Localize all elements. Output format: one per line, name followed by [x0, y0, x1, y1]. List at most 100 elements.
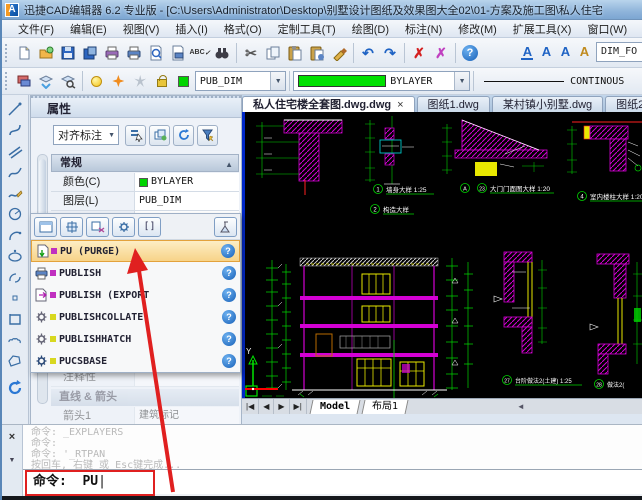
prev-tab-button[interactable]: ◀	[259, 399, 274, 414]
text-edit-icon[interactable]: A	[556, 41, 575, 63]
layer-thaw-snowflake-icon[interactable]	[129, 70, 151, 92]
format-painter-icon[interactable]	[328, 42, 350, 64]
options-gear-button[interactable]	[112, 217, 135, 237]
menu-window[interactable]: 窗口(W)	[579, 20, 635, 38]
collapse-icon[interactable]: ▲	[225, 157, 233, 173]
item-help-icon[interactable]: ?	[221, 244, 235, 258]
section-lines-arrows[interactable]: 直线 & 箭头	[51, 389, 239, 406]
rectangle-tool-icon[interactable]	[4, 308, 26, 329]
purge-icon[interactable]: ✗	[430, 42, 452, 64]
cut-icon[interactable]: ✂	[240, 42, 262, 64]
redo-icon[interactable]: ↷	[379, 42, 401, 64]
menu-modify[interactable]: 修改(M)	[450, 20, 505, 38]
item-help-icon[interactable]: ?	[222, 310, 236, 324]
menu-draw[interactable]: 绘图(D)	[344, 20, 397, 38]
autocomplete-item[interactable]: PUBLISH (EXPORT ?	[31, 284, 240, 306]
ellipse-tool-icon[interactable]	[4, 245, 26, 266]
menu-file[interactable]: 文件(F)	[10, 20, 62, 38]
save-all-icon[interactable]	[79, 42, 101, 64]
item-help-icon[interactable]: ?	[222, 288, 236, 302]
command-close-icon[interactable]: ×	[2, 431, 22, 443]
layout1-tab[interactable]: 布局1	[361, 400, 408, 414]
toolbar-grip[interactable]	[5, 72, 10, 90]
color-combo[interactable]: BYLAYER ▼	[293, 71, 470, 91]
paste-special-icon[interactable]	[306, 42, 328, 64]
print-preview-icon[interactable]	[145, 42, 167, 64]
command-collapse-icon[interactable]: ▼	[2, 457, 22, 464]
find-binoculars-icon[interactable]	[211, 42, 233, 64]
toolbar-grip[interactable]	[5, 44, 10, 62]
dim-style-combo[interactable]: DIM_FO	[596, 42, 642, 62]
menu-insert[interactable]: 插入(I)	[167, 20, 215, 38]
polyline-tool-icon[interactable]	[4, 161, 26, 182]
text-express-icon[interactable]: A	[575, 41, 594, 63]
layer-previous-icon[interactable]	[35, 70, 57, 92]
quick-select-button[interactable]	[125, 125, 146, 146]
open-file-icon[interactable]	[35, 42, 57, 64]
menu-express-tools[interactable]: 扩展工具(X)	[505, 20, 580, 38]
revision-cloud-tool-icon[interactable]	[4, 329, 26, 350]
plot-icon[interactable]	[101, 42, 123, 64]
layer-color-swatch[interactable]	[173, 70, 195, 92]
item-help-icon[interactable]: ?	[222, 266, 236, 280]
line-tool-icon[interactable]	[4, 98, 26, 119]
last-tab-button[interactable]: ▶|	[290, 399, 307, 414]
arc-tool-icon[interactable]	[4, 224, 26, 245]
flask-filter-button[interactable]	[214, 217, 237, 237]
linetype-combo[interactable]: CONTINOUS	[477, 71, 642, 91]
page-setup-icon[interactable]	[167, 42, 189, 64]
text-icon[interactable]: A	[537, 41, 556, 63]
property-row-color[interactable]: 颜色(C) BYLAYER	[51, 173, 239, 192]
autocomplete-settings-button[interactable]	[86, 217, 109, 237]
autocomplete-item[interactable]: PUBLISH ?	[31, 262, 240, 284]
layer-combo[interactable]: PUB_DIM ▼	[195, 71, 286, 91]
layer-manager-icon[interactable]	[13, 70, 35, 92]
new-file-icon[interactable]	[13, 42, 35, 64]
doc-tab-4[interactable]: 图纸2.d	[605, 96, 642, 112]
autocomplete-item-selected[interactable]: PU (PURGE) ?	[31, 240, 240, 262]
paste-icon[interactable]	[284, 42, 306, 64]
command-history[interactable]: 命令: _EXPLAYERS 命令: 命令: '_RTPAN 按回车, 右键 或…	[23, 425, 642, 469]
point-tool-icon[interactable]	[4, 287, 26, 308]
tab-close-icon[interactable]: ×	[397, 97, 403, 112]
refresh-properties-button[interactable]	[173, 125, 194, 146]
menu-edit[interactable]: 编辑(E)	[62, 20, 115, 38]
autocomplete-item[interactable]: PUBLISHHATCH ?	[31, 328, 240, 350]
properties-panel-title[interactable]: 属性	[31, 96, 241, 118]
drawing-canvas[interactable]: 1 墙身大样 1:25 2 构造大样	[242, 112, 642, 398]
spline-tool-icon[interactable]	[4, 119, 26, 140]
section-general[interactable]: 常规 ▲	[51, 154, 239, 172]
menu-custom-tools[interactable]: 定制工具(T)	[270, 20, 344, 38]
doc-tab-3[interactable]: 某村镇小别墅.dwg	[492, 96, 603, 112]
property-value[interactable]: PUB_DIM	[135, 192, 239, 210]
menu-format[interactable]: 格式(O)	[216, 20, 270, 38]
brackets-button[interactable]: []	[138, 217, 161, 237]
circle-tool-icon[interactable]	[4, 203, 26, 224]
delete-icon[interactable]: ✗	[408, 42, 430, 64]
save-icon[interactable]	[57, 42, 79, 64]
item-help-icon[interactable]: ?	[222, 354, 236, 368]
window-mode-button[interactable]	[34, 217, 57, 237]
layer-combo-arrow[interactable]: ▼	[270, 72, 285, 90]
move-button[interactable]	[60, 217, 83, 237]
filter-button[interactable]	[197, 125, 218, 146]
undo-icon[interactable]: ↶	[357, 42, 379, 64]
menu-view[interactable]: 视图(V)	[115, 20, 168, 38]
tab-scroll-left-icon[interactable]: ◄	[517, 402, 525, 411]
text-style-icon[interactable]: A	[518, 41, 537, 63]
layer-on-bulb-icon[interactable]	[86, 70, 108, 92]
menu-help[interactable]: 帮助(H)	[635, 20, 642, 38]
property-value[interactable]: BYLAYER	[135, 173, 239, 191]
sketch-tool-icon[interactable]	[4, 182, 26, 203]
refresh-regen-icon[interactable]	[4, 377, 26, 398]
item-help-icon[interactable]: ?	[222, 332, 236, 346]
next-tab-button[interactable]: ▶	[274, 399, 289, 414]
property-row-layer[interactable]: 图层(L) PUB_DIM	[51, 192, 239, 211]
autocomplete-item[interactable]: PUBLISHCOLLATE ?	[31, 306, 240, 328]
spell-check-icon[interactable]: ABC✓	[189, 42, 211, 64]
copy-properties-button[interactable]	[149, 125, 170, 146]
menu-dimension[interactable]: 标注(N)	[397, 20, 450, 38]
doc-tab-2[interactable]: 图纸1.dwg	[417, 96, 490, 112]
doc-tab-active[interactable]: 私人住宅楼全套图.dwg.dwg ×	[242, 96, 415, 112]
help-icon[interactable]: ?	[459, 42, 481, 64]
